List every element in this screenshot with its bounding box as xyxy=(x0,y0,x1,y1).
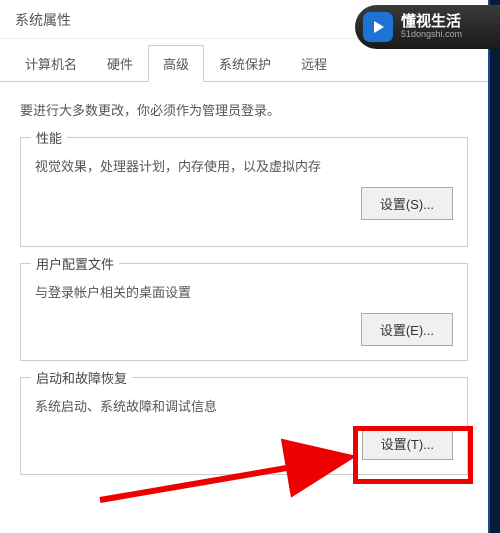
user-profiles-title: 用户配置文件 xyxy=(31,254,119,273)
tab-system-protection[interactable]: 系统保护 xyxy=(204,45,286,82)
tab-hardware[interactable]: 硬件 xyxy=(92,45,148,82)
user-profiles-group: 用户配置文件 与登录帐户相关的桌面设置 设置(E)... xyxy=(20,263,468,361)
logo-text-cn: 懂视生活 xyxy=(401,14,462,31)
play-icon xyxy=(363,12,393,42)
tab-content: 要进行大多数更改，你必须作为管理员登录。 性能 视觉效果，处理器计划，内存使用，… xyxy=(0,82,488,509)
system-properties-dialog: 系统属性 X 计算机名 硬件 高级 系统保护 远程 要进行大多数更改，你必须作为… xyxy=(0,0,490,533)
startup-recovery-title: 启动和故障恢复 xyxy=(31,368,132,387)
tab-remote[interactable]: 远程 xyxy=(286,45,342,82)
performance-title: 性能 xyxy=(31,128,67,147)
startup-recovery-settings-button[interactable]: 设置(T)... xyxy=(362,427,453,460)
watermark-logo: 懂视生活 51dongshi.com xyxy=(355,5,500,49)
performance-settings-button[interactable]: 设置(S)... xyxy=(361,187,453,220)
admin-notice: 要进行大多数更改，你必须作为管理员登录。 xyxy=(20,100,468,119)
performance-desc: 视觉效果，处理器计划，内存使用，以及虚拟内存 xyxy=(35,156,453,175)
startup-recovery-group: 启动和故障恢复 系统启动、系统故障和调试信息 设置(T)... xyxy=(20,377,468,475)
logo-text-en: 51dongshi.com xyxy=(401,30,462,40)
performance-group: 性能 视觉效果，处理器计划，内存使用，以及虚拟内存 设置(S)... xyxy=(20,137,468,247)
tab-computer-name[interactable]: 计算机名 xyxy=(10,45,92,82)
user-profiles-desc: 与登录帐户相关的桌面设置 xyxy=(35,282,453,301)
window-title: 系统属性 xyxy=(15,10,71,30)
startup-recovery-desc: 系统启动、系统故障和调试信息 xyxy=(35,396,453,415)
tab-bar: 计算机名 硬件 高级 系统保护 远程 xyxy=(0,44,488,82)
tab-advanced[interactable]: 高级 xyxy=(148,45,204,82)
user-profiles-settings-button[interactable]: 设置(E)... xyxy=(361,313,453,346)
